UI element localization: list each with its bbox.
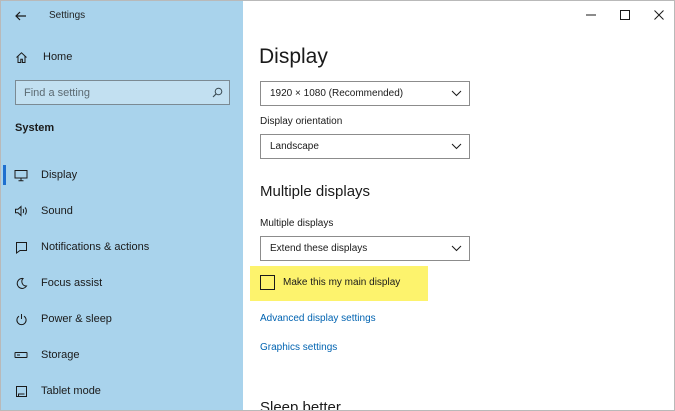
search-input[interactable]: Find a setting [15, 80, 230, 105]
app-title: Settings [49, 10, 86, 21]
notifications-icon [13, 239, 29, 255]
moon-icon [13, 275, 29, 291]
sidebar-item-sound[interactable]: Sound [1, 193, 243, 229]
resolution-dropdown[interactable]: 1920 × 1080 (Recommended) [260, 81, 470, 106]
sidebar-item-label: Display [41, 169, 78, 181]
chevron-down-icon [443, 245, 469, 252]
sidebar-item-label: Notifications & actions [41, 241, 150, 253]
window-controls [574, 1, 674, 31]
sidebar-nav: Display Sound Notifications & actions Fo… [1, 157, 243, 409]
multiple-displays-dropdown[interactable]: Extend these displays [260, 236, 470, 261]
sidebar: Settings Home Find a setting System Disp… [1, 1, 243, 410]
sidebar-item-focus-assist[interactable]: Focus assist [1, 265, 243, 301]
power-icon [13, 311, 29, 327]
multiple-displays-heading: Multiple displays [260, 183, 371, 200]
graphics-settings-link[interactable]: Graphics settings [260, 342, 337, 353]
sidebar-item-display[interactable]: Display [1, 157, 243, 193]
home-icon [9, 51, 33, 64]
title-bar: Settings [1, 1, 243, 31]
tablet-icon [13, 383, 29, 399]
search-icon [205, 87, 229, 98]
sidebar-item-label: Sound [41, 205, 73, 217]
active-indicator [3, 165, 6, 185]
sidebar-item-notifications[interactable]: Notifications & actions [1, 229, 243, 265]
sidebar-item-label: Focus assist [41, 277, 103, 289]
close-button[interactable] [642, 1, 674, 29]
search-placeholder: Find a setting [24, 86, 91, 99]
minimize-button[interactable] [574, 1, 608, 29]
multiple-displays-label: Multiple displays [260, 218, 334, 229]
main-display-label: Make this my main display [283, 276, 401, 288]
speaker-icon [13, 203, 29, 219]
main-display-checkbox[interactable] [260, 274, 275, 290]
minimize-icon [586, 14, 596, 16]
orientation-label: Display orientation [260, 116, 343, 127]
sidebar-item-tablet-mode[interactable]: Tablet mode [1, 373, 243, 409]
maximize-icon [620, 10, 630, 20]
section-label: System [15, 122, 55, 134]
resolution-value: 1920 × 1080 (Recommended) [270, 88, 404, 99]
orientation-dropdown[interactable]: Landscape [260, 134, 470, 159]
chevron-down-icon [443, 143, 469, 150]
monitor-icon [13, 167, 29, 183]
storage-icon [13, 347, 29, 363]
sleep-better-heading: Sleep better [260, 399, 341, 411]
sidebar-item-storage[interactable]: Storage [1, 337, 243, 373]
advanced-display-settings-link[interactable]: Advanced display settings [260, 313, 376, 324]
home-nav-item[interactable]: Home [9, 45, 235, 69]
main-display-checkbox-row[interactable]: Make this my main display [260, 273, 400, 291]
multiple-displays-value: Extend these displays [270, 243, 368, 254]
settings-window: Settings Home Find a setting System Disp… [0, 0, 675, 411]
page-title: Display [259, 45, 328, 68]
orientation-value: Landscape [270, 141, 319, 152]
maximize-button[interactable] [608, 1, 642, 29]
chevron-down-icon [443, 90, 469, 97]
home-label: Home [43, 51, 73, 63]
back-arrow-icon [15, 11, 26, 21]
sidebar-item-label: Tablet mode [41, 385, 101, 397]
sidebar-item-label: Storage [41, 349, 80, 361]
sidebar-item-label: Power & sleep [41, 313, 112, 325]
close-icon [654, 10, 664, 20]
back-button[interactable] [9, 5, 33, 27]
main-content: Display 1920 × 1080 (Recommended) Displa… [243, 1, 674, 411]
sidebar-item-power-sleep[interactable]: Power & sleep [1, 301, 243, 337]
